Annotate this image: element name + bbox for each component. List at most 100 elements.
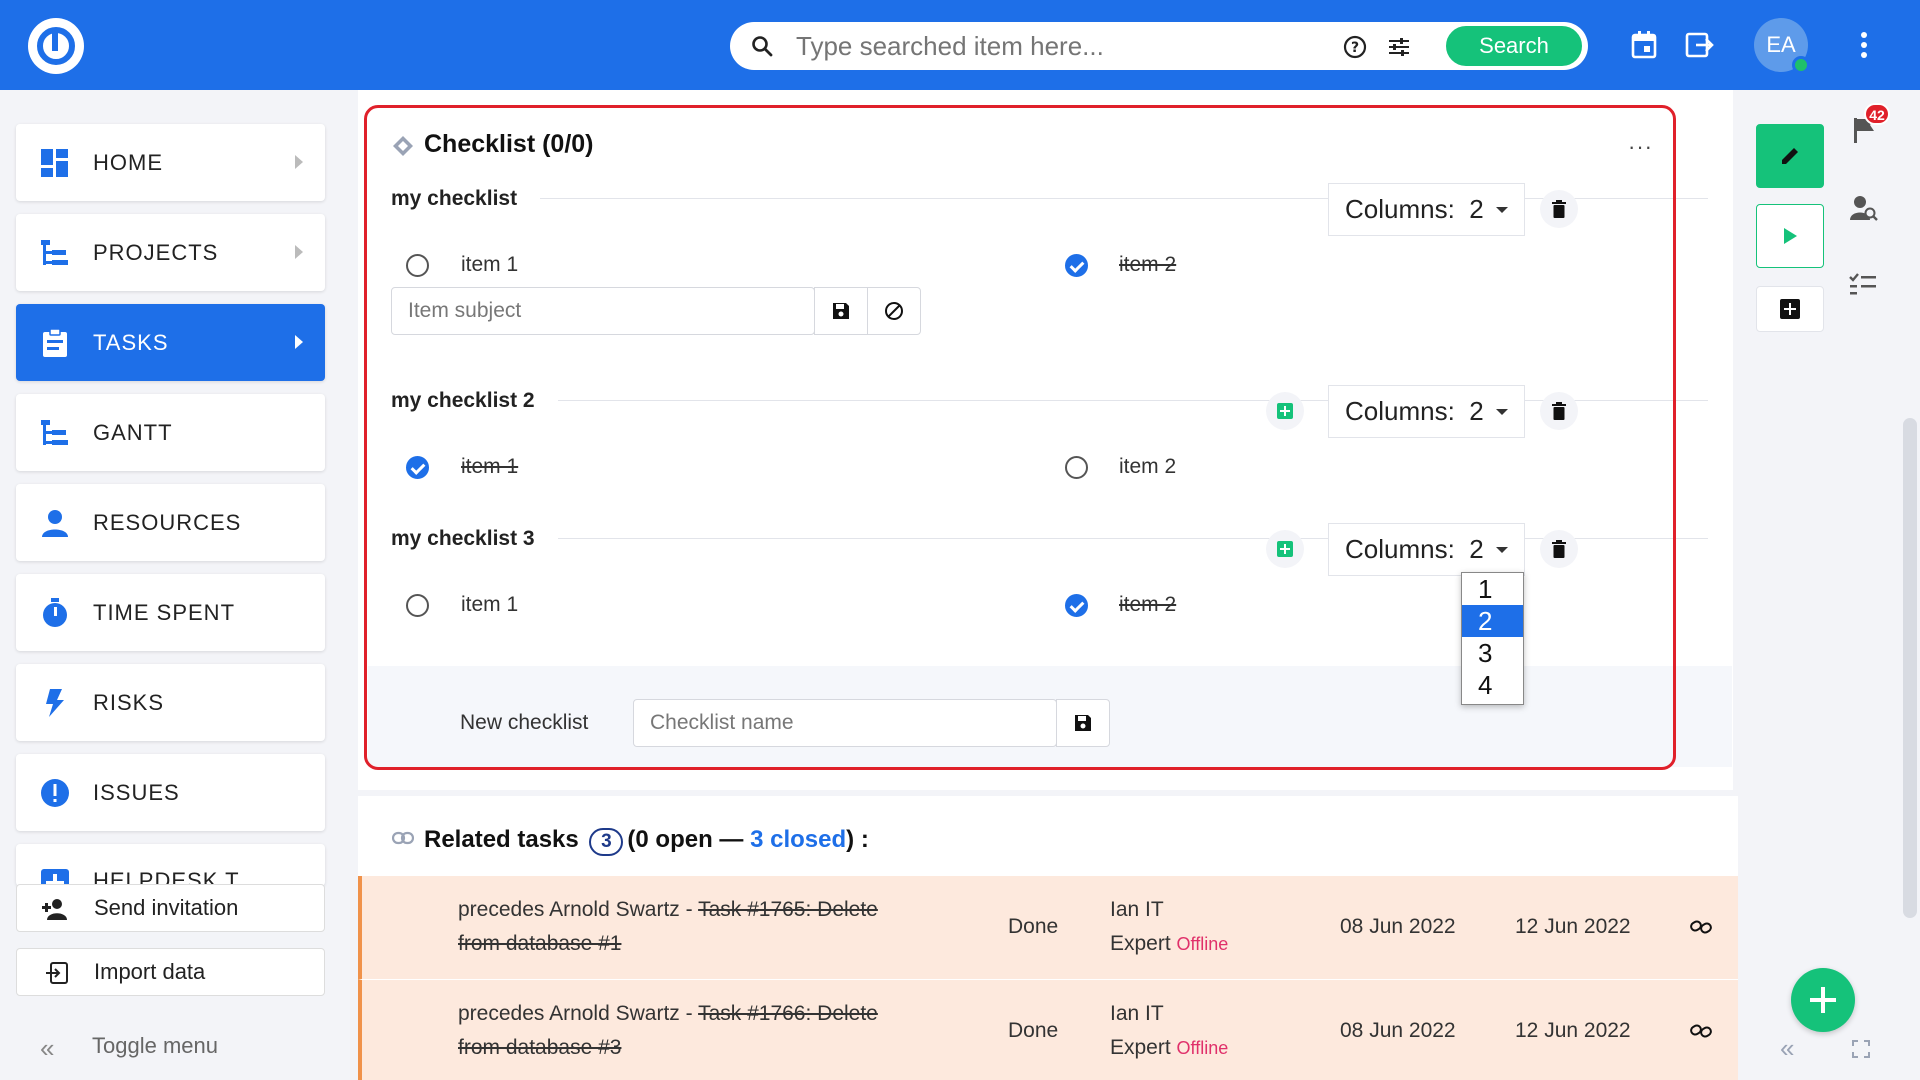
assignee-name[interactable]: Ian IT: [1110, 1002, 1164, 1026]
online-status-dot: [1792, 56, 1810, 74]
related-count-badge: 3: [589, 828, 624, 856]
scrollbar[interactable]: [1903, 418, 1917, 918]
clipboard-icon: [43, 328, 67, 357]
link-icon: [392, 831, 414, 845]
search-button[interactable]: Search: [1444, 24, 1584, 68]
sidebar-item-helpdesk[interactable]: HELPDESK T: [16, 844, 325, 886]
toggle-menu-button[interactable]: « Toggle menu: [40, 1033, 218, 1064]
top-bar: ? Search EA: [0, 0, 1920, 90]
assignee-name-part: Expert: [1110, 1036, 1171, 1059]
sidebar-item-label: ISSUES: [93, 779, 180, 805]
sidebar-item-risks[interactable]: RISKS: [16, 664, 325, 741]
chevron-right-icon: [295, 155, 303, 169]
chevron-right-icon: [295, 245, 303, 259]
status: Done: [1008, 915, 1059, 938]
fullscreen-icon[interactable]: [1852, 1040, 1870, 1058]
dropdown-option[interactable]: 4: [1462, 669, 1523, 701]
relation-text: precedes Arnold Swartz - Task #1765: Del…: [458, 898, 878, 922]
assignee-name-part: Expert: [1110, 932, 1171, 955]
start-date: 08 Jun 2022: [1340, 1019, 1456, 1042]
dropdown-option[interactable]: 3: [1462, 637, 1523, 669]
search-bar: ? Search: [730, 22, 1588, 70]
table-row[interactable]: precedes Arnold Swartz - Task #1765: Del…: [358, 876, 1738, 980]
avatar-initials: EA: [1766, 32, 1796, 57]
edit-button[interactable]: [1756, 124, 1824, 188]
sidebar-item-label: RISKS: [93, 689, 165, 715]
import-icon: [46, 962, 68, 984]
task-link[interactable]: Task #1766: Delete: [698, 1002, 878, 1025]
presence-status: Offline: [1176, 1038, 1229, 1058]
add-button[interactable]: [1756, 286, 1824, 332]
sidebar-item-label: TASKS: [93, 329, 169, 355]
lightning-icon: [46, 689, 64, 717]
import-data-label: Import data: [94, 959, 206, 984]
sidebar-item-label: PROJECTS: [93, 239, 219, 265]
play-icon: [1784, 228, 1797, 244]
send-invitation-button[interactable]: Send invitation: [16, 884, 325, 932]
relation-prefix: precedes Arnold Swartz -: [458, 898, 699, 921]
sidebar-item-label: TIME SPENT: [93, 599, 236, 625]
search-icon: [752, 36, 773, 57]
sidebar-item-label: HOME: [93, 149, 163, 175]
closed-count-link[interactable]: 3 closed: [750, 826, 846, 853]
task-link[interactable]: Task #1765: Delete: [698, 898, 878, 921]
start-date: 08 Jun 2022: [1340, 915, 1456, 938]
add-user-icon: [42, 899, 67, 920]
relation-prefix: precedes Arnold Swartz -: [458, 1002, 699, 1025]
double-chevron-left-icon: «: [40, 1033, 55, 1063]
unlink-icon[interactable]: [1690, 918, 1712, 936]
collapse-panel-icon[interactable]: «: [1780, 1033, 1794, 1064]
dashboard-icon: [41, 149, 68, 177]
related-tasks-title: Related tasks 3 (0 open — 3 closed) :: [424, 826, 869, 856]
assignee-name-cont: Expert Offline: [1110, 932, 1228, 956]
presence-status: Offline: [1176, 934, 1229, 954]
more-menu-icon[interactable]: [1858, 30, 1870, 60]
plus-icon: [1810, 987, 1836, 1013]
sidebar-item-projects[interactable]: PROJECTS: [16, 214, 325, 291]
exclamation-icon: [41, 779, 69, 807]
send-invitation-label: Send invitation: [94, 895, 239, 920]
gantt-icon: [41, 420, 68, 445]
user-avatar[interactable]: EA: [1754, 18, 1810, 74]
status: Done: [1008, 1019, 1059, 1042]
sidebar-item-label: RESOURCES: [93, 509, 242, 535]
sidebar-item-time-spent[interactable]: TIME SPENT: [16, 574, 325, 651]
start-timer-button[interactable]: [1756, 204, 1824, 268]
checklist-icon[interactable]: [1849, 272, 1877, 296]
due-date: 12 Jun 2022: [1515, 1019, 1631, 1042]
notification-count-badge: 42: [1864, 103, 1890, 125]
related-tail: ) :: [846, 826, 869, 853]
projects-icon: [41, 240, 68, 265]
due-date: 12 Jun 2022: [1515, 915, 1631, 938]
related-title-text: Related tasks: [424, 826, 579, 853]
table-row[interactable]: precedes Arnold Swartz - Task #1766: Del…: [358, 980, 1738, 1080]
unlink-icon[interactable]: [1690, 1022, 1712, 1040]
app-logo[interactable]: [28, 18, 84, 74]
floating-add-button[interactable]: [1791, 968, 1855, 1032]
filter-settings-icon[interactable]: [1386, 34, 1412, 60]
sidebar-item-gantt[interactable]: GANTT: [16, 394, 325, 471]
import-data-button[interactable]: Import data: [16, 948, 325, 996]
sidebar-item-label: GANTT: [93, 419, 173, 445]
help-icon[interactable]: ?: [1342, 34, 1368, 60]
task-link-cont[interactable]: from database #1: [458, 932, 621, 956]
sidebar-item-issues[interactable]: ISSUES: [16, 754, 325, 831]
person-icon: [42, 510, 68, 537]
sidebar-item-resources[interactable]: RESOURCES: [16, 484, 325, 561]
relation-text: precedes Arnold Swartz - Task #1766: Del…: [458, 1002, 878, 1026]
task-link-cont[interactable]: from database #3: [458, 1036, 621, 1060]
dropdown-option[interactable]: 1: [1462, 573, 1523, 605]
logout-icon[interactable]: [1684, 30, 1714, 60]
toggle-menu-label: Toggle menu: [92, 1033, 218, 1058]
search-input[interactable]: [796, 30, 1276, 62]
open-count-text: (0 open —: [627, 826, 744, 853]
sidebar-item-tasks[interactable]: TASKS: [16, 304, 325, 381]
dropdown-option-selected[interactable]: 2: [1462, 605, 1523, 637]
columns-dropdown: 1 2 3 4: [1461, 572, 1524, 705]
assignee-name[interactable]: Ian IT: [1110, 898, 1164, 922]
stopwatch-icon: [43, 598, 67, 627]
plus-square-icon: [1780, 299, 1800, 319]
user-search-icon[interactable]: [1849, 194, 1879, 222]
sidebar-item-home[interactable]: HOME: [16, 124, 325, 201]
calendar-icon[interactable]: [1630, 30, 1658, 60]
